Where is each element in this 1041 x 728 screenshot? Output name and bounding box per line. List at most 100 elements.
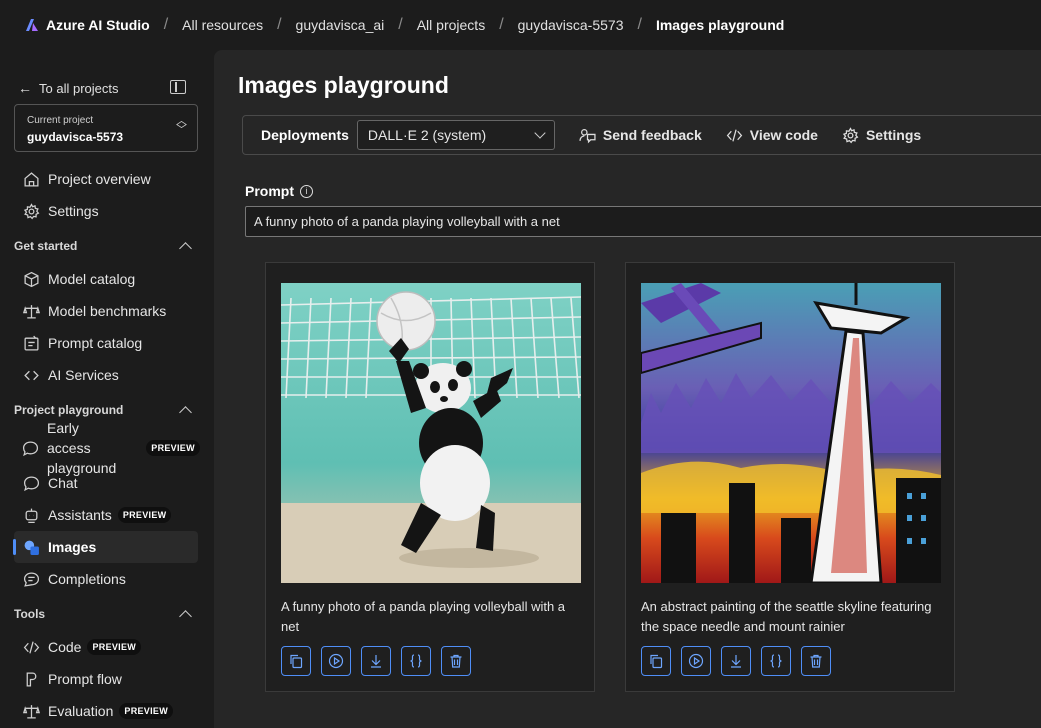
sidebar-item-settings[interactable]: Settings — [14, 195, 198, 227]
deployment-select[interactable]: DALL·E 2 (system) — [356, 120, 555, 150]
sidebar: ← To all projects Current project guydav… — [0, 50, 214, 728]
section-title: Tools — [14, 607, 46, 621]
azure-ai-studio-logo-icon — [26, 19, 38, 31]
trash-icon — [450, 654, 462, 668]
image-caption: An abstract painting of the seattle skyl… — [641, 599, 932, 634]
image-actions — [641, 646, 841, 676]
breadcrumb-all-resources[interactable]: All resources — [182, 17, 263, 33]
sidebar-item-label: AI Services — [48, 367, 119, 383]
download-icon — [731, 655, 741, 668]
project-selector[interactable]: Current project guydavisca-5573 ︿ ﹀ — [14, 104, 198, 152]
delete-image-button[interactable] — [801, 646, 831, 676]
generated-image-panda[interactable] — [281, 283, 581, 583]
copy-image-button[interactable] — [641, 646, 671, 676]
sidebar-item-ai-services[interactable]: AI Services — [14, 359, 198, 391]
image-actions — [281, 646, 481, 676]
sidebar-item-assistants[interactable]: Assistants PREVIEW — [14, 499, 198, 531]
breadcrumb-resource[interactable]: guydavisca_ai — [296, 17, 385, 33]
send-feedback-button[interactable]: Send feedback — [579, 127, 702, 144]
images-icon — [22, 538, 40, 556]
image-caption: A funny photo of a panda playing volleyb… — [281, 599, 566, 634]
up-down-chevron-icon: ︿ ﹀ — [176, 115, 187, 136]
flow-icon — [22, 670, 40, 688]
back-link-label: To all projects — [39, 80, 119, 96]
project-selector-value: guydavisca-5573 — [27, 130, 124, 144]
view-json-button[interactable] — [401, 646, 431, 676]
braces-icon — [770, 654, 782, 668]
sidebar-item-label: Prompt flow — [48, 671, 122, 687]
generated-image-card: A funny photo of a panda playing volleyb… — [265, 262, 595, 692]
chevron-up-icon — [179, 405, 192, 419]
brand-name: Azure AI Studio — [46, 17, 150, 33]
sidebar-item-label: Completions — [48, 571, 126, 587]
sidebar-item-label: Model catalog — [48, 271, 136, 287]
evaluation-icon — [22, 702, 40, 720]
view-image-button[interactable] — [321, 646, 351, 676]
chat-bubble-icon — [22, 439, 39, 457]
link-icon — [22, 366, 40, 384]
trash-icon — [810, 654, 822, 668]
playground-toolbar: Deployments DALL·E 2 (system) Send feedb… — [242, 115, 1041, 155]
deployment-select-value: DALL·E 2 (system) — [367, 127, 487, 143]
sidebar-item-label: Prompt catalog — [48, 335, 143, 351]
completions-icon — [22, 570, 40, 588]
sidebar-item-prompt-catalog[interactable]: Prompt catalog — [14, 327, 198, 359]
prompt-input-value: A funny photo of a panda playing volleyb… — [254, 214, 560, 229]
download-image-button[interactable] — [361, 646, 391, 676]
deployments-label: Deployments — [261, 127, 349, 143]
assistant-icon — [22, 506, 40, 524]
send-feedback-label: Send feedback — [602, 127, 702, 143]
sidebar-item-chat[interactable]: Chat — [14, 467, 198, 499]
copy-icon — [650, 654, 663, 669]
preview-badge: PREVIEW — [119, 703, 173, 719]
delete-image-button[interactable] — [441, 646, 471, 676]
sidebar-item-label: Project overview — [48, 171, 151, 187]
home-icon — [22, 170, 40, 188]
sidebar-item-early-access-playground[interactable]: Early access playground PREVIEW — [14, 420, 200, 476]
prompt-input[interactable]: A funny photo of a panda playing volleyb… — [245, 206, 1041, 237]
download-image-button[interactable] — [721, 646, 751, 676]
chevron-up-icon — [179, 609, 192, 623]
section-project-playground[interactable]: Project playground — [14, 403, 196, 419]
preview-badge: PREVIEW — [87, 639, 142, 655]
settings-button[interactable]: Settings — [842, 126, 922, 144]
breadcrumb-project[interactable]: guydavisca-5573 — [518, 17, 624, 33]
sidebar-item-evaluation[interactable]: Evaluation PREVIEW — [14, 695, 198, 727]
gear-icon — [22, 202, 40, 220]
view-code-button[interactable]: View code — [726, 127, 818, 144]
collapse-sidebar-icon[interactable] — [170, 80, 186, 94]
sidebar-item-label: Code — [48, 639, 82, 655]
scale-icon — [22, 302, 40, 320]
copy-image-button[interactable] — [281, 646, 311, 676]
back-to-all-projects-link[interactable]: ← To all projects — [18, 80, 118, 96]
sidebar-item-prompt-flow[interactable]: Prompt flow — [14, 663, 198, 695]
sidebar-item-model-catalog[interactable]: Model catalog — [14, 263, 198, 295]
sidebar-item-project-overview[interactable]: Project overview — [14, 163, 198, 195]
sidebar-item-completions[interactable]: Completions — [14, 563, 198, 595]
view-image-button[interactable] — [681, 646, 711, 676]
view-json-button[interactable] — [761, 646, 791, 676]
prompt-label: Prompt — [245, 183, 294, 199]
code-icon — [22, 638, 40, 656]
gear-icon — [842, 126, 859, 144]
generated-image-seattle[interactable] — [641, 283, 941, 583]
project-selector-label: Current project — [27, 115, 94, 126]
chat-icon — [22, 474, 40, 492]
breadcrumb-all-projects[interactable]: All projects — [417, 17, 485, 33]
sidebar-item-model-benchmarks[interactable]: Model benchmarks — [14, 295, 198, 327]
info-icon[interactable]: i — [300, 184, 313, 198]
sidebar-item-code[interactable]: Code PREVIEW — [14, 631, 198, 663]
sidebar-item-label: Assistants — [48, 507, 112, 523]
section-title: Project playground — [14, 403, 124, 417]
generated-image-card: An abstract painting of the seattle skyl… — [625, 262, 955, 692]
section-get-started[interactable]: Get started — [14, 239, 196, 255]
preview-badge: PREVIEW — [117, 507, 172, 523]
brand-logo[interactable]: Azure AI Studio — [24, 17, 150, 33]
section-tools[interactable]: Tools — [14, 607, 196, 623]
chevron-down-icon — [534, 127, 546, 139]
settings-label: Settings — [865, 127, 922, 143]
play-circle-icon — [328, 653, 344, 669]
sidebar-item-images[interactable]: Images — [13, 531, 198, 563]
page-title: Images playground — [238, 72, 449, 98]
chevron-up-icon — [179, 241, 192, 255]
